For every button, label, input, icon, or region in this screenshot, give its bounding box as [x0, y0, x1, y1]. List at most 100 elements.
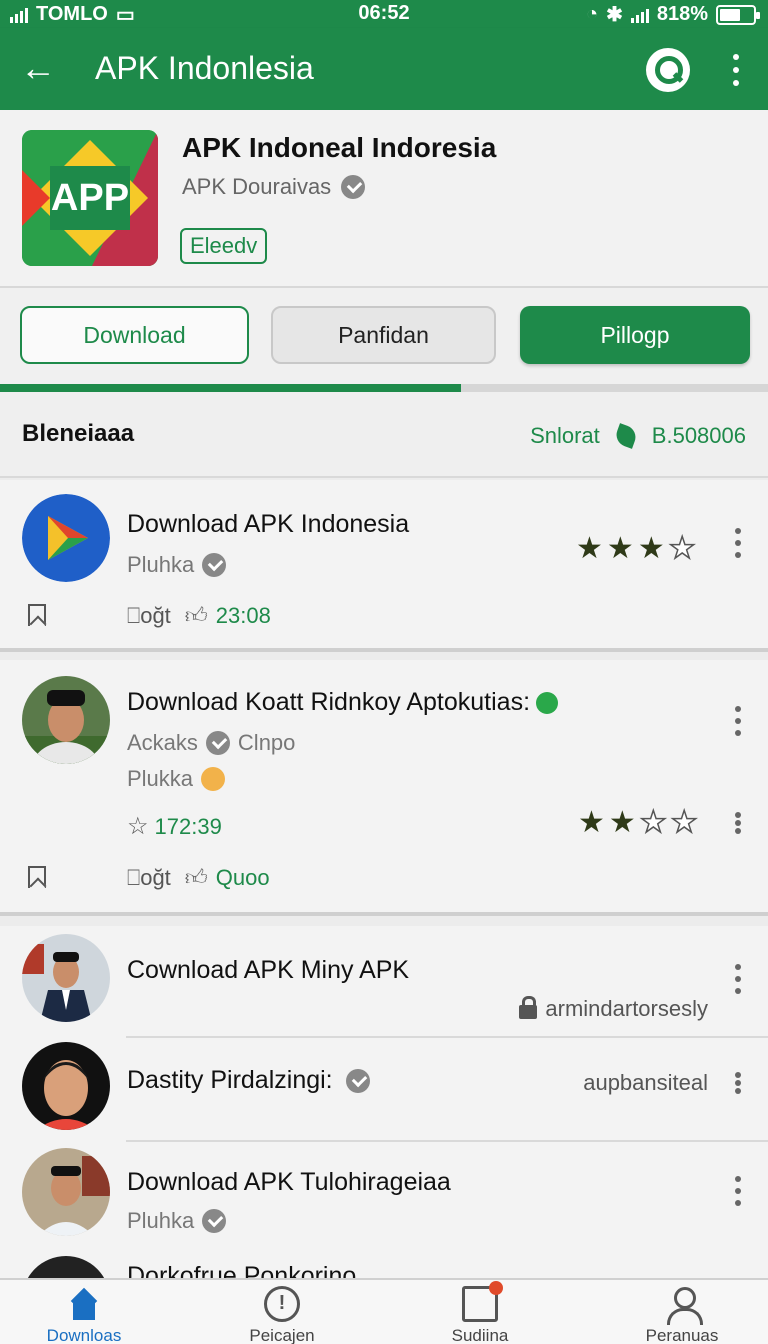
star-filled-icon: ★	[606, 532, 634, 565]
item-time-row: ☆ 172:39	[127, 812, 222, 841]
tv-icon: ⎕	[127, 602, 141, 628]
download-progress-bar	[0, 384, 768, 392]
item-owner: armindartorsesly	[545, 996, 708, 1021]
verified-icon	[202, 553, 227, 577]
tv-icon: ⎕	[127, 864, 141, 890]
item-title-row: Dastity Pirdalzingi:	[127, 1066, 370, 1095]
verified-icon	[205, 731, 230, 755]
item-more-icon[interactable]	[732, 706, 744, 736]
section-title: Bleneiaaa	[22, 420, 135, 447]
item-subtitle: Pluhka	[127, 552, 195, 577]
thumbs-up-icon[interactable]: 👍︎	[185, 864, 208, 891]
nav-label: Peranuas	[645, 1326, 719, 1344]
nav-sudiina[interactable]: Sudiina	[410, 1281, 550, 1344]
nav-peicajen[interactable]: Peicajen	[212, 1286, 352, 1344]
meta-right: Quoo	[215, 864, 270, 890]
app-bar: ← APK Indonlesia	[0, 28, 768, 110]
star-empty-icon: ★	[668, 532, 696, 565]
more-options-icon[interactable]	[730, 54, 742, 86]
rating-stars: ★ ★ ★ ★	[578, 806, 698, 839]
nav-label: Sudiina	[451, 1326, 509, 1344]
leaf-icon	[612, 422, 640, 450]
section-stats[interactable]: Snlorat B.508006	[530, 422, 746, 450]
bookmark-icon[interactable]	[28, 866, 46, 888]
user-icon	[664, 1286, 703, 1325]
section-right-value: B.508006	[651, 423, 746, 448]
section-header: Bleneiaaa Snlorat B.508006	[0, 392, 768, 478]
item-more-icon[interactable]	[732, 812, 744, 834]
pillogp-button[interactable]: Pillogp	[520, 306, 750, 364]
section-right-label: Snlorat	[530, 423, 600, 448]
item-title: Download Koatt Ridnkoy Aptokutias:	[127, 688, 531, 716]
status-bar: TOMLO ▭ 06:52 ◔ ✱ 818%	[0, 0, 768, 28]
home-icon	[66, 1286, 102, 1322]
verified-icon	[345, 1069, 370, 1094]
info-icon	[264, 1286, 300, 1322]
category-chip[interactable]: Eleedv	[180, 228, 268, 264]
item-owner: aupbansiteal	[583, 1070, 708, 1095]
item-title: Cownload APK Miny APK	[127, 956, 410, 984]
verified-icon	[202, 1209, 227, 1233]
item-title: Download APK Indonesia	[127, 510, 410, 538]
item-subtitle: Pluhka	[127, 1208, 195, 1233]
divider	[126, 1036, 768, 1038]
item-title: Dastity Pirdalzingi:	[127, 1066, 333, 1094]
item-line2-right: Clnpo	[237, 730, 296, 755]
item-more-icon[interactable]	[732, 528, 744, 558]
item-more-icon[interactable]	[732, 964, 744, 994]
lock-icon	[519, 996, 538, 1019]
thumbs-up-icon[interactable]: 👍︎	[185, 602, 208, 629]
item-meta: ⎕ oğt 👍︎ Quoo	[127, 864, 270, 891]
wifi-icon: ◔	[585, 3, 599, 25]
item-line3: Plukka	[127, 766, 226, 792]
panfidan-button[interactable]: Panfidan	[271, 306, 496, 364]
star-filled-icon: ★	[608, 806, 636, 839]
item-subtitle-row: Pluhka	[127, 552, 227, 578]
person-avatar	[22, 934, 110, 1022]
list-item[interactable]: Download APK Indonesia Pluhka ★ ★ ★ ★ ⎕ oğt…	[0, 480, 768, 652]
verified-icon	[341, 175, 366, 199]
cell-signal-icon	[630, 7, 649, 23]
star-outline-icon: ☆	[127, 813, 149, 840]
divider	[126, 1140, 768, 1142]
app-logo: APP	[22, 130, 158, 266]
item-subtitle-row: Pluhka	[127, 1208, 227, 1234]
app-name: APK Indoneal Indoresia	[182, 132, 497, 163]
star-filled-icon: ★	[576, 532, 603, 565]
page-title: APK Indonlesia	[95, 50, 314, 86]
nav-label: Peicajen	[249, 1326, 315, 1344]
nav-peranuas[interactable]: Peranuas	[612, 1286, 752, 1344]
rating-stars: ★ ★ ★ ★	[576, 532, 696, 565]
item-title-row: Download Koatt Ridnkoy Aptokutias:	[127, 688, 559, 717]
search-icon[interactable]	[646, 48, 690, 92]
item-more-icon[interactable]	[732, 1176, 744, 1206]
battery-label: 818%	[656, 3, 708, 25]
star-filled-icon: ★	[637, 532, 665, 565]
star-empty-icon: ★	[639, 806, 667, 839]
app-logo-text: APP	[51, 177, 129, 219]
download-button[interactable]: Download	[20, 306, 249, 364]
list-item[interactable]: Download Koatt Ridnkoy Aptokutias: Ackak…	[0, 660, 768, 916]
play-logo-avatar	[22, 494, 110, 582]
item-meta: ⎕ oğt 👍︎ 23:08	[127, 602, 271, 629]
item-line2-left: Ackaks	[127, 730, 198, 755]
green-badge-icon	[536, 692, 559, 715]
item-title: Download APK Tulohirageiaa	[127, 1168, 451, 1196]
battery-icon	[716, 4, 760, 25]
item-more-icon[interactable]	[732, 1072, 744, 1094]
bookmark-icon[interactable]	[28, 604, 46, 626]
bluetooth-icon: ✱	[606, 4, 623, 26]
action-buttons: Download Panfidan Pillogp	[0, 288, 768, 384]
app-list: Cownload APK Miny APK armindartorsesly D…	[0, 926, 768, 1344]
progress-fill	[0, 384, 461, 392]
nav-downloads[interactable]: Downloas	[14, 1286, 154, 1344]
item-owner-row: armindartorsesly	[519, 996, 708, 1022]
star-filled-icon: ★	[578, 806, 605, 839]
meta-right: 23:08	[215, 602, 271, 628]
meta-left: oğt	[140, 602, 171, 628]
back-arrow-icon[interactable]: ←	[20, 48, 60, 88]
document-icon	[462, 1281, 503, 1322]
meta-left: oğt	[140, 864, 171, 890]
developer-row: APK Douraivas	[182, 174, 366, 200]
emoji-icon	[201, 767, 226, 791]
